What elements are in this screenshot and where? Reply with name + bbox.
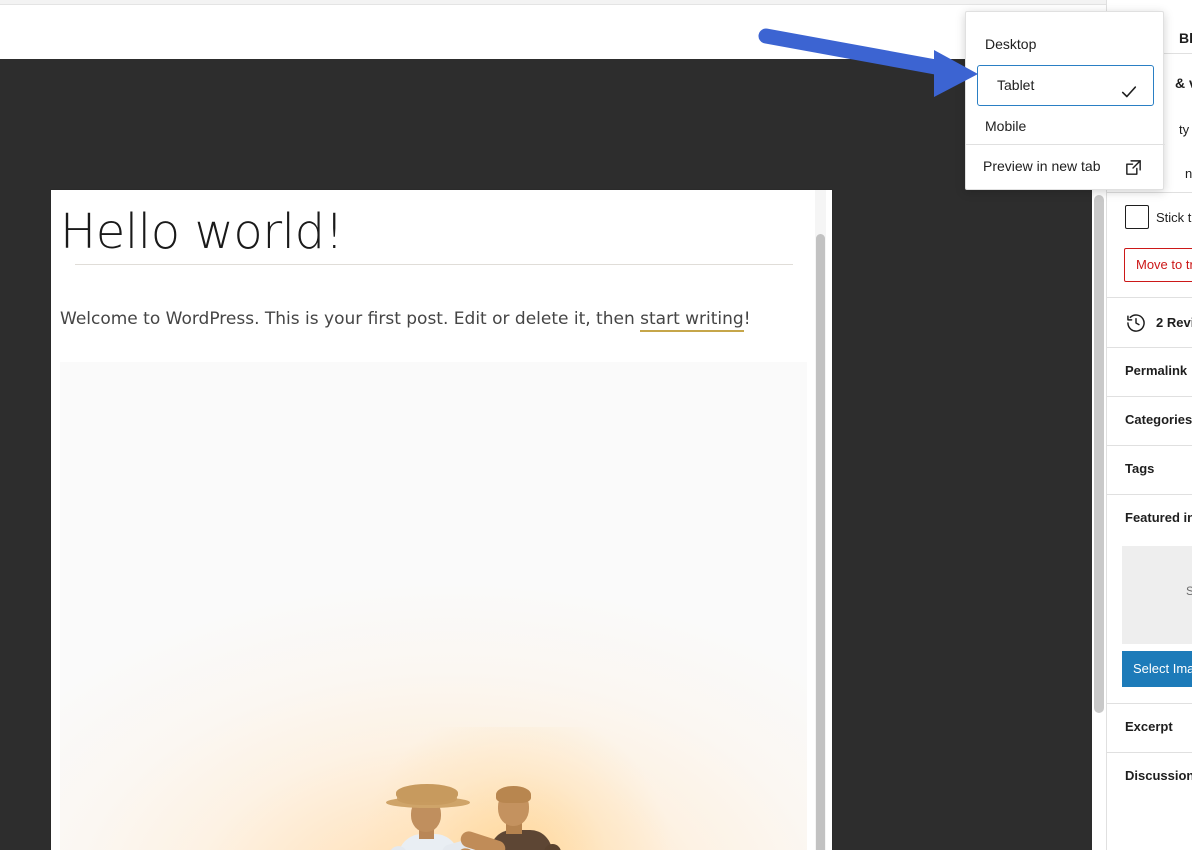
panel-permalink[interactable]: Permalink xyxy=(1125,363,1187,378)
featured-image-placeholder-text: S xyxy=(1186,584,1192,598)
revisions-label[interactable]: 2 Revi xyxy=(1156,315,1192,330)
menu-item-tablet-label: Tablet xyxy=(997,77,1034,93)
sticky-post-label: Stick t xyxy=(1156,210,1191,225)
field-visibility[interactable]: ty xyxy=(1179,122,1189,137)
device-preview-frame: Hello world! Welcome to WordPress. This … xyxy=(51,190,832,850)
panel-discussion[interactable]: Discussion xyxy=(1125,768,1192,783)
panel-categories[interactable]: Categories xyxy=(1125,412,1192,427)
preview-scrollbar-thumb[interactable] xyxy=(816,234,825,850)
start-writing-link[interactable]: start writing xyxy=(640,309,744,332)
divider-above-sticky xyxy=(1107,192,1192,193)
external-link-icon xyxy=(1124,158,1143,177)
menu-item-tablet[interactable]: Tablet xyxy=(977,65,1154,106)
panel-status-and-visibility[interactable]: & vis xyxy=(1175,75,1192,91)
history-icon xyxy=(1125,312,1147,334)
paragraph-text-after-link: ! xyxy=(744,309,751,329)
preview-iframe-content[interactable]: Hello world! Welcome to WordPress. This … xyxy=(51,190,832,850)
panel-featured-image[interactable]: Featured in xyxy=(1125,510,1192,525)
field-publish[interactable]: n xyxy=(1185,166,1192,181)
title-divider xyxy=(75,264,793,265)
post-title[interactable]: Hello world! xyxy=(60,204,805,260)
wordpress-editor-screen: Hello world! Welcome to WordPress. This … xyxy=(0,0,1192,850)
tab-post[interactable]: Bl xyxy=(1179,30,1192,46)
panel-excerpt[interactable]: Excerpt xyxy=(1125,719,1173,734)
preview-in-new-tab-label: Preview in new tab xyxy=(983,158,1101,174)
sticky-post-checkbox[interactable] xyxy=(1125,205,1149,229)
editor-scrollbar-thumb[interactable] xyxy=(1094,195,1104,713)
divider-above-categories xyxy=(1107,396,1192,397)
featured-image-placeholder[interactable] xyxy=(1122,546,1192,644)
select-image-button[interactable]: Select Ima xyxy=(1122,651,1192,687)
divider-above-revisions xyxy=(1107,297,1192,298)
person-right-figure xyxy=(468,786,572,850)
checkmark-icon xyxy=(1120,77,1138,95)
divider-above-excerpt xyxy=(1107,703,1192,704)
menu-item-mobile[interactable]: Mobile xyxy=(966,108,1165,144)
menu-item-preview-in-new-tab[interactable]: Preview in new tab xyxy=(966,145,1165,191)
menu-item-desktop[interactable]: Desktop xyxy=(966,26,1165,62)
divider-above-tags xyxy=(1107,445,1192,446)
divider-above-featured-image xyxy=(1107,494,1192,495)
move-to-trash-button[interactable]: Move to tra xyxy=(1124,248,1192,282)
divider-above-discussion xyxy=(1107,752,1192,753)
panel-tags[interactable]: Tags xyxy=(1125,461,1154,476)
post-image-block[interactable] xyxy=(60,362,807,850)
post-paragraph[interactable]: Welcome to WordPress. This is your first… xyxy=(60,306,805,332)
editor-canvas: Hello world! Welcome to WordPress. This … xyxy=(0,59,1092,850)
divider-above-permalink xyxy=(1107,347,1192,348)
paragraph-text-before-link: Welcome to WordPress. This is your first… xyxy=(60,309,640,329)
device-preview-dropdown: Desktop Tablet Mobile Preview in new tab xyxy=(965,11,1164,190)
